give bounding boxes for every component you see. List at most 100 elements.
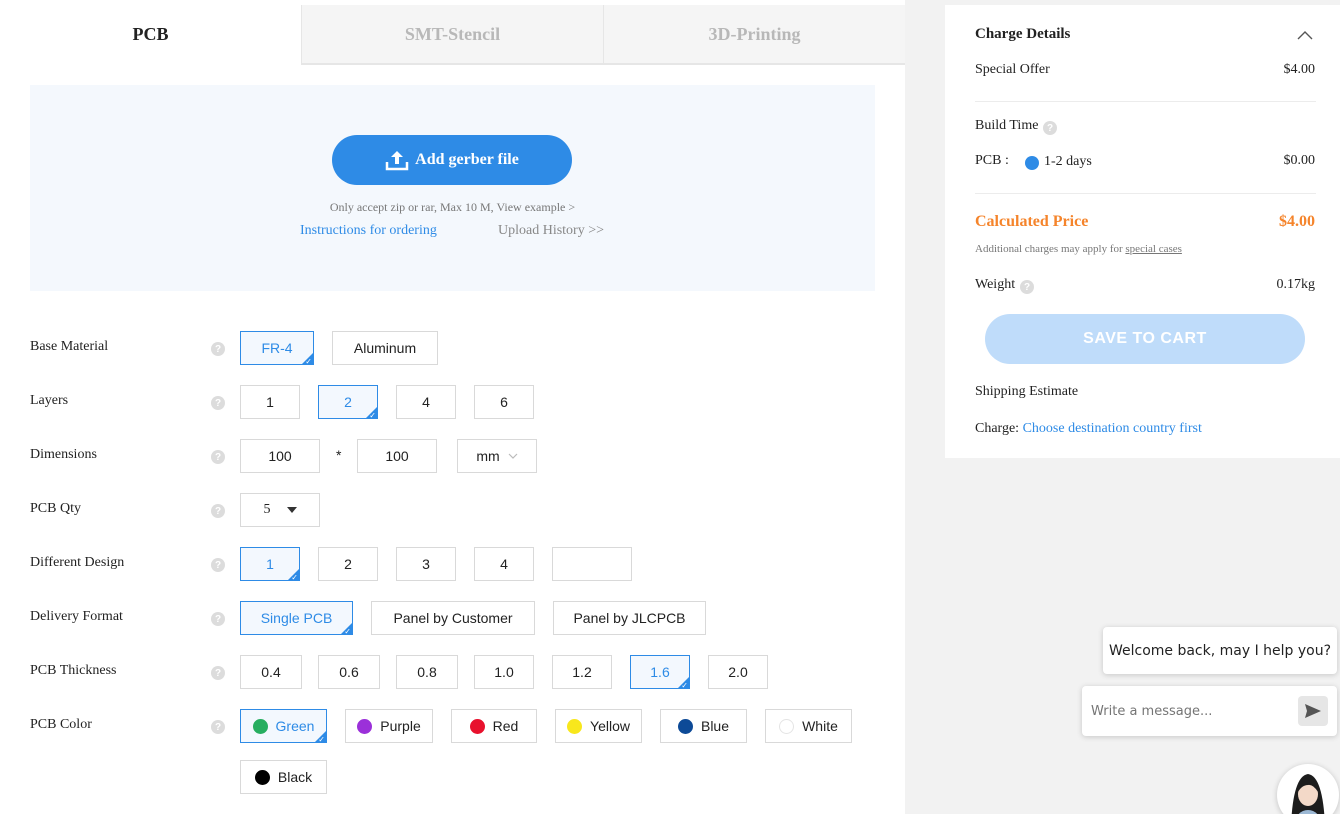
help-icon[interactable]: ? xyxy=(211,720,225,734)
build-option-radio[interactable] xyxy=(1025,156,1039,170)
support-agent-avatar[interactable] xyxy=(1277,764,1339,814)
option-thickness-0-4[interactable]: 0.4 xyxy=(240,655,302,689)
option-color-label: Yellow xyxy=(590,718,630,734)
build-option-label: 1-2 days xyxy=(1044,154,1092,169)
order-form-panel: PCB SMT-Stencil 3D-Printing Add gerber f… xyxy=(0,0,905,814)
different-design-label: Different Design xyxy=(30,555,125,570)
option-design-3[interactable]: 3 xyxy=(396,547,456,581)
chat-send-button[interactable] xyxy=(1298,696,1328,726)
help-icon[interactable]: ? xyxy=(1020,280,1034,294)
option-design-1[interactable]: 1 xyxy=(240,547,300,582)
option-panel-by-jlcpcb[interactable]: Panel by JLCPCB xyxy=(553,601,706,635)
calculated-price-value: $4.00 xyxy=(1279,213,1315,230)
charge-details-panel: Charge Details Special Offer $4.00 Build… xyxy=(945,5,1340,458)
tab-pcb[interactable]: PCB xyxy=(0,5,301,65)
help-icon[interactable]: ? xyxy=(211,396,225,410)
option-thickness-1-6[interactable]: 1.6 xyxy=(630,655,690,690)
help-icon[interactable]: ? xyxy=(211,504,225,518)
add-gerber-button[interactable]: Add gerber file xyxy=(332,135,572,185)
option-color-blue[interactable]: Blue xyxy=(660,709,747,743)
chevron-down-icon xyxy=(508,453,518,459)
charge-label: Charge: xyxy=(975,421,1020,436)
upload-history-link[interactable]: Upload History >> xyxy=(498,223,604,239)
build-time-label: Build Time xyxy=(975,118,1039,133)
base-material-label: Base Material xyxy=(30,339,109,354)
yellow-swatch xyxy=(567,718,583,734)
option-color-label: Blue xyxy=(700,718,730,734)
special-cases-link[interactable]: special cases xyxy=(1125,243,1182,255)
chat-input-box[interactable] xyxy=(1082,686,1337,736)
help-icon[interactable]: ? xyxy=(211,450,225,464)
width-input[interactable]: 100 xyxy=(240,439,320,473)
option-color-black[interactable]: Black xyxy=(240,760,327,794)
instructions-link[interactable]: Instructions for ordering xyxy=(300,223,437,239)
save-to-cart-button[interactable]: SAVE TO CART xyxy=(985,314,1305,364)
help-icon[interactable]: ? xyxy=(1043,121,1057,135)
product-tabs: PCB SMT-Stencil 3D-Printing xyxy=(0,5,905,65)
additional-charges-note: Additional charges may apply for special… xyxy=(975,243,1182,255)
pcb-build-label: PCB : xyxy=(975,153,1009,168)
pcb-qty-select[interactable]: 5 xyxy=(240,493,320,527)
layers-label: Layers xyxy=(30,393,69,408)
tab-smt-stencil[interactable]: SMT-Stencil xyxy=(301,5,603,65)
unit-select[interactable]: mm xyxy=(457,439,537,473)
option-color-red[interactable]: Red xyxy=(451,709,537,743)
pcb-thickness-label: PCB Thickness xyxy=(30,663,117,678)
option-fr4[interactable]: FR-4 xyxy=(240,331,314,366)
weight-label: Weight xyxy=(975,277,1016,292)
purple-swatch xyxy=(357,718,373,734)
option-layers-2[interactable]: 2 xyxy=(318,385,378,420)
shipping-estimate-label: Shipping Estimate xyxy=(975,384,1079,399)
chat-welcome-bubble[interactable]: Welcome back, may I help you? xyxy=(1103,627,1337,674)
option-thickness-2-0[interactable]: 2.0 xyxy=(708,655,768,689)
option-layers-1[interactable]: 1 xyxy=(240,385,300,419)
option-color-yellow[interactable]: Yellow xyxy=(555,709,642,743)
unit-value: mm xyxy=(476,448,500,464)
dimension-separator: * xyxy=(336,447,342,463)
green-swatch xyxy=(252,718,268,734)
option-layers-6[interactable]: 6 xyxy=(474,385,534,419)
option-single-pcb[interactable]: Single PCB xyxy=(240,601,353,636)
send-icon xyxy=(1305,704,1321,718)
option-design-2[interactable]: 2 xyxy=(318,547,378,581)
help-icon[interactable]: ? xyxy=(211,558,225,572)
special-offer-value: $4.00 xyxy=(1283,62,1316,77)
charge-details-title: Charge Details xyxy=(975,26,1071,42)
option-color-label: Black xyxy=(277,769,313,785)
upload-area: Add gerber file Only accept zip or rar, … xyxy=(30,85,875,291)
shipping-charge: Charge: Choose destination country first xyxy=(975,421,1202,437)
tab-3d-printing[interactable]: 3D-Printing xyxy=(603,5,905,65)
help-icon[interactable]: ? xyxy=(211,666,225,680)
caret-down-icon xyxy=(286,507,297,513)
design-custom-input[interactable] xyxy=(552,547,632,581)
help-icon[interactable]: ? xyxy=(211,342,225,356)
dimensions-label: Dimensions xyxy=(30,447,97,462)
option-design-4[interactable]: 4 xyxy=(474,547,534,581)
option-thickness-0-8[interactable]: 0.8 xyxy=(396,655,458,689)
option-color-purple[interactable]: Purple xyxy=(345,709,433,743)
pcb-qty-value: 5 xyxy=(263,502,271,517)
option-color-green[interactable]: Green xyxy=(240,709,327,744)
help-icon[interactable]: ? xyxy=(211,612,225,626)
option-thickness-1-0[interactable]: 1.0 xyxy=(474,655,534,689)
option-color-label: Green xyxy=(275,718,315,734)
upload-icon xyxy=(385,151,409,171)
option-aluminum[interactable]: Aluminum xyxy=(332,331,438,365)
choose-country-link[interactable]: Choose destination country first xyxy=(1023,421,1202,436)
chevron-up-icon[interactable] xyxy=(1297,30,1313,40)
divider xyxy=(975,193,1316,194)
black-swatch xyxy=(254,769,270,785)
white-swatch xyxy=(779,718,795,734)
option-color-white[interactable]: White xyxy=(765,709,852,743)
height-input[interactable]: 100 xyxy=(357,439,437,473)
option-panel-by-customer[interactable]: Panel by Customer xyxy=(371,601,535,635)
option-thickness-0-6[interactable]: 0.6 xyxy=(318,655,380,689)
upload-note: Only accept zip or rar, Max 10 M, View e… xyxy=(329,200,576,214)
option-thickness-1-2[interactable]: 1.2 xyxy=(552,655,612,689)
chat-message-input[interactable] xyxy=(1091,698,1286,724)
weight-value: 0.17kg xyxy=(1276,277,1316,292)
blue-swatch xyxy=(677,718,693,734)
pcb-qty-label: PCB Qty xyxy=(30,501,81,516)
option-layers-4[interactable]: 4 xyxy=(396,385,456,419)
delivery-format-label: Delivery Format xyxy=(30,609,123,624)
